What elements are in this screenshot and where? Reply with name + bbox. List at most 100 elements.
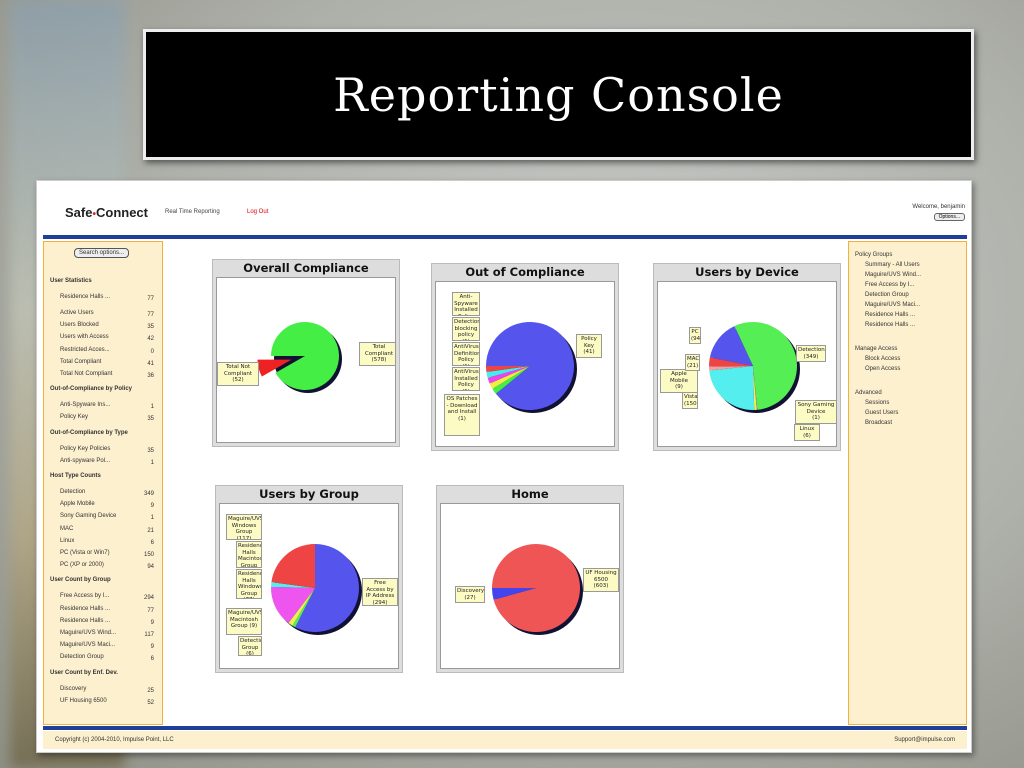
label-mac: MAC (21) — [685, 354, 700, 371]
section-heading: User Count by Enf. Dev. — [50, 669, 118, 676]
stat-link[interactable]: Apple Mobile — [60, 501, 95, 507]
menu-link[interactable]: Residence Halls ... — [865, 322, 915, 328]
label-total-not-compliant: Total Not Compliant (52) — [217, 362, 259, 386]
stat-value: 1 — [150, 459, 154, 466]
label-linux: Linux (6) — [794, 424, 820, 441]
label-free-access: Free Access by IP Address (294) — [362, 578, 398, 606]
menu-link[interactable]: Open Access — [865, 366, 900, 372]
stat-link[interactable]: Anti-spyware Pol... — [60, 458, 110, 464]
section-heading: Out-of-Compliance by Policy — [50, 386, 133, 393]
label-antivirus-definition: AntiVirus Definition Policy (1) — [452, 342, 480, 366]
stat-value: 117 — [144, 632, 154, 638]
stat-link[interactable]: PC (Vista or Win7) — [60, 550, 110, 556]
chart-title: Overall Compliance — [243, 261, 369, 275]
stat-link[interactable]: Anti-Spyware Ins... — [60, 402, 110, 408]
stat-value: 52 — [147, 699, 154, 706]
slide-title: Reporting Console — [333, 67, 784, 122]
stat-value: 9 — [150, 619, 154, 626]
stat-link[interactable]: Users Blocked — [60, 322, 99, 328]
label-uf-housing: UF Housing 6500 (603) — [583, 568, 619, 592]
label-policy-key: Policy Key (41) — [576, 334, 602, 358]
stat-link[interactable]: Total Not Compliant — [60, 371, 112, 377]
menu-link[interactable]: Broadcast — [865, 420, 892, 426]
stat-link[interactable]: Detection — [60, 489, 85, 495]
chart-out-of-compliance[interactable]: Out of Compliance Policy Key (41) Anti-Sp… — [431, 263, 619, 451]
chart-users-by-device[interactable]: Users by Device Detection (349) Sony Gami… — [653, 263, 841, 451]
section-heading: Host Type Counts — [50, 473, 101, 479]
stat-link[interactable]: Policy Key Policies — [60, 446, 110, 452]
right-sidebar: Policy Groups Summary - All Users Maguire/… — [848, 241, 967, 725]
label-pc: PC(94) — [689, 327, 701, 344]
chart-title: Users by Device — [695, 265, 799, 279]
search-options-button[interactable]: Search options... — [74, 248, 130, 258]
stat-link[interactable]: Maguire/UVS Wind... — [60, 630, 116, 636]
label-detection: Detection (349) — [796, 345, 826, 362]
label-sony-gaming: Sony Gaming Device (1) — [795, 400, 836, 424]
menu-heading: Advanced — [855, 390, 882, 396]
menu-link[interactable]: Summary - All Users — [865, 262, 920, 268]
stat-value: 9 — [150, 503, 154, 510]
stat-value: 35 — [147, 324, 154, 331]
stat-value: 0 — [150, 348, 154, 355]
pie-slice-vista[interactable] — [709, 366, 755, 410]
stat-value: 42 — [147, 336, 154, 343]
pie-slice-maguire-uvs-windows-group[interactable] — [271, 544, 315, 588]
label-apple-mobile: Apple Mobile (9) — [660, 369, 698, 393]
stat-value: 294 — [143, 595, 154, 602]
stat-value: 1 — [150, 515, 154, 522]
menu-link[interactable]: Sessions — [865, 400, 889, 406]
menu-link[interactable]: Maguire/UVS Maci... — [865, 302, 920, 308]
section-heading: User Statistics — [50, 278, 92, 284]
stat-link[interactable]: Linux — [60, 538, 74, 544]
stat-value: 77 — [147, 607, 154, 614]
stat-link[interactable]: Free Access by I... — [60, 593, 109, 599]
pie-slice-total-compliant[interactable] — [271, 322, 339, 390]
menu-heading: Manage Access — [855, 346, 898, 352]
section-heading: Out-of-Compliance by Type — [50, 429, 128, 436]
stat-link[interactable]: Discovery — [60, 686, 86, 692]
stat-link[interactable]: Total Compliant — [60, 359, 101, 365]
chart-home[interactable]: Home UF Housing 6500 (603) Discovery (27) — [436, 485, 624, 673]
label-detection-blocking: Detection blocking policy (1) — [452, 317, 480, 341]
menu-link[interactable]: Detection Group — [865, 292, 909, 298]
stat-link[interactable]: Users with Access — [60, 334, 109, 340]
stat-link[interactable]: Restricted Acces... — [60, 347, 110, 353]
stat-link[interactable]: Active Users — [60, 310, 94, 316]
stat-value: 94 — [147, 564, 154, 571]
welcome-text: Welcome, benjamin — [912, 204, 965, 210]
stat-value: 6 — [150, 539, 154, 546]
menu-link[interactable]: Free Access by I... — [865, 282, 914, 288]
stat-link[interactable]: UF Housing 6500 — [60, 698, 107, 704]
stat-link[interactable]: Detection Group — [60, 654, 104, 660]
stat-value: 35 — [147, 447, 154, 454]
safeconnect-logo: Safe•Connect — [65, 205, 148, 220]
stat-link[interactable]: Policy Key — [60, 414, 88, 420]
stat-value: 150 — [143, 552, 154, 558]
menu-link[interactable]: Maguire/UVS Wind... — [865, 272, 921, 278]
label-antivirus-installed: AntiVirus Installed Policy (1) — [452, 367, 480, 391]
stat-link[interactable]: Sony Gaming Device — [60, 513, 116, 519]
stat-link[interactable]: MAC — [60, 526, 73, 532]
menu-link[interactable]: Residence Halls ... — [865, 312, 915, 318]
stat-link[interactable]: Residence Halls ... — [60, 618, 110, 624]
chart-title: Out of Compliance — [465, 265, 585, 279]
menu-link[interactable]: Guest Users — [865, 410, 898, 416]
logout-link[interactable]: Log Out — [247, 209, 268, 215]
chart-users-by-group[interactable]: Users by Group Free Access by IP Address… — [215, 485, 403, 673]
stat-link[interactable]: PC (XP or 2000) — [60, 562, 104, 568]
stat-link[interactable]: Residence Halls ... — [60, 606, 110, 612]
stat-value: 77 — [147, 312, 154, 318]
chart-overall-compliance[interactable]: Overall Compliance Total Compliant (578) … — [212, 259, 400, 447]
options-button[interactable]: Options... — [933, 213, 965, 221]
real-time-reporting-link[interactable]: Real Time Reporting — [165, 209, 220, 215]
support-link[interactable]: Support@impulse.com — [894, 737, 955, 743]
stat-value: 25 — [147, 687, 154, 694]
left-sidebar: Search options... User Statistics Residen… — [43, 241, 163, 725]
menu-link[interactable]: Block Access — [865, 356, 900, 362]
label-os-patches: OS Patches - Download and Install (1) — [444, 394, 480, 436]
label-discovery: Discovery (27) — [455, 586, 485, 603]
stat-link[interactable]: Maguire/UVS Maci... — [60, 642, 115, 648]
stat-link[interactable]: Residence Halls ... — [60, 294, 110, 300]
label-maguire-windows: Maguire/UVS Windows Group (117) — [226, 514, 262, 540]
label-res-halls-windows: Residence Halls Windows Group (77) — [236, 569, 262, 599]
